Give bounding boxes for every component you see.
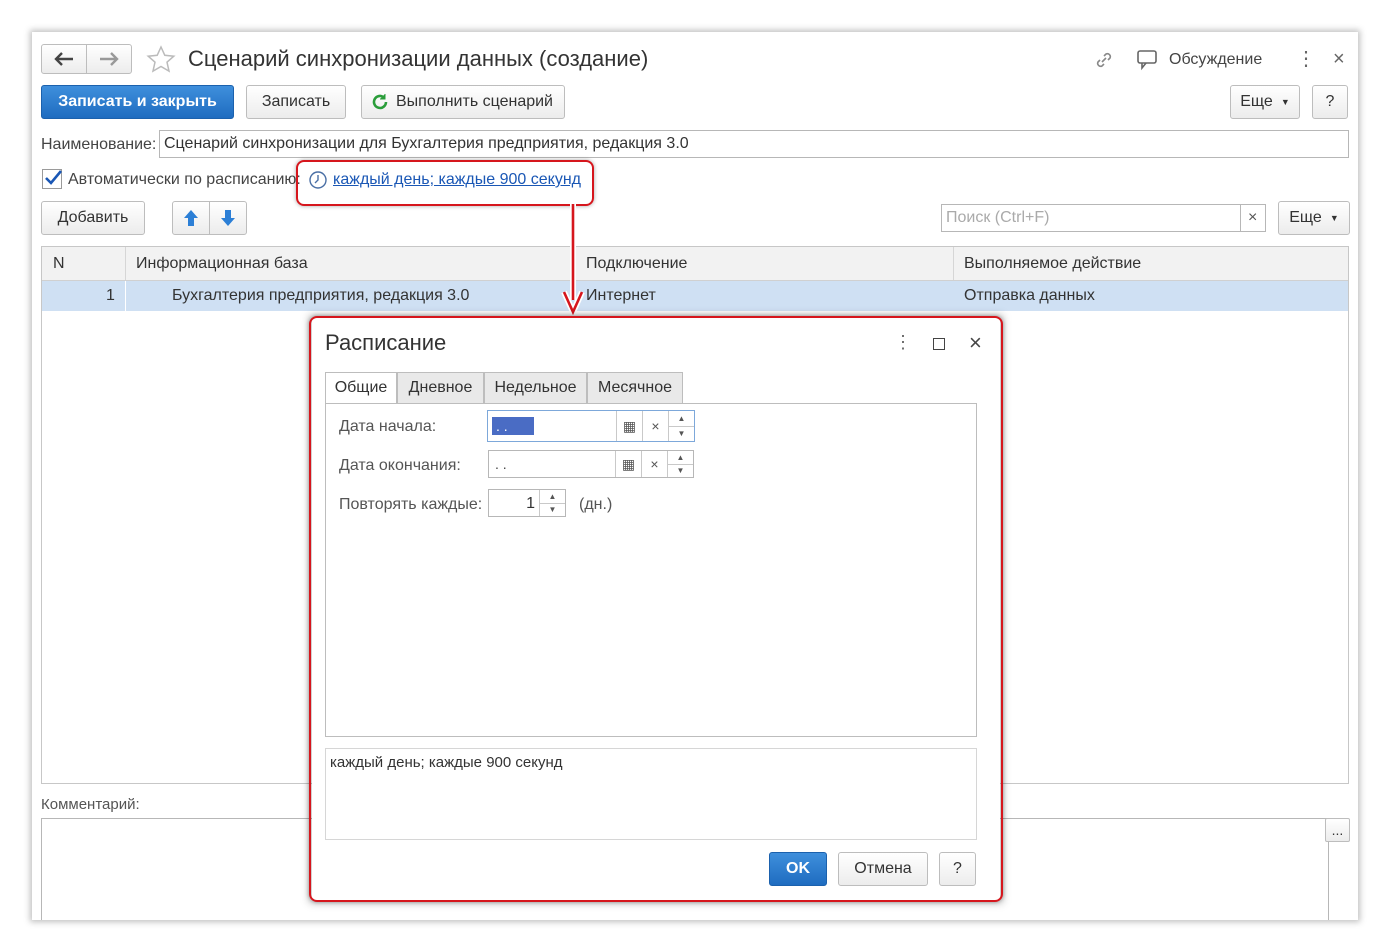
table-row[interactable]: 1 Бухгалтерия предприятия, редакция 3.0 … [42,281,1348,311]
cell-action: Отправка данных [964,287,1095,304]
save-button[interactable]: Записать [246,85,346,119]
arrow-right-icon [100,52,119,66]
column-header-action[interactable]: Выполняемое действие [964,247,1141,280]
arrow-down-icon [221,210,235,226]
search-input[interactable]: Поиск (Ctrl+F) [941,204,1241,232]
arrow-left-icon [54,52,73,66]
dialog-highlight [309,316,1003,902]
name-input[interactable]: Сценарий синхронизации для Бухгалтерия п… [159,130,1349,158]
more-button[interactable]: Еще ▼ [1230,85,1300,119]
arrow-up-icon [184,210,198,226]
more-label: Еще [1240,93,1273,110]
move-up-button[interactable] [172,201,210,235]
forward-button[interactable] [86,44,132,74]
discussion-icon[interactable] [1136,49,1160,71]
favorite-star-icon[interactable] [146,45,176,75]
table-header: N Информационная база Подключение Выполн… [42,247,1348,281]
back-button[interactable] [41,44,87,74]
cell-base: Бухгалтерия предприятия, редакция 3.0 [172,287,470,304]
column-header-connection[interactable]: Подключение [586,247,687,280]
link-icon[interactable] [1093,49,1115,71]
schedule-link[interactable]: каждый день; каждые 900 секунд [333,171,581,189]
table-more-button[interactable]: Еще ▼ [1278,201,1350,235]
comment-label: Комментарий: [41,796,140,813]
more-vertical-icon[interactable]: ⋮ [1296,46,1316,71]
auto-schedule-label: Автоматически по расписанию: [68,171,301,188]
checkmark-icon [45,170,62,185]
cell-connection: Интернет [586,287,656,304]
cell-n: 1 [106,287,115,304]
search-clear-button[interactable]: × [1240,204,1266,232]
refresh-icon [372,94,388,110]
help-button[interactable]: ? [1312,85,1348,119]
column-header-n[interactable]: N [53,247,65,280]
name-label: Наименование: [41,136,157,153]
annotation-arrow [561,204,585,318]
chevron-down-icon: ▼ [1280,97,1290,107]
close-icon[interactable]: × [1333,48,1345,71]
chevron-down-icon: ▼ [1329,213,1339,223]
move-down-button[interactable] [209,201,247,235]
column-header-base[interactable]: Информационная база [136,247,308,280]
clock-icon [309,171,327,189]
run-scenario-button[interactable]: Выполнить сценарий [361,85,565,119]
run-scenario-label: Выполнить сценарий [396,93,553,110]
save-and-close-button[interactable]: Записать и закрыть [41,85,234,119]
window-title: Сценарий синхронизации данных (создание) [188,46,649,71]
add-button[interactable]: Добавить [41,201,145,235]
table-more-label: Еще [1289,209,1322,226]
comment-expand-button[interactable]: ... [1325,818,1350,842]
auto-schedule-checkbox[interactable] [42,169,62,189]
discussion-label[interactable]: Обсуждение [1169,51,1262,69]
